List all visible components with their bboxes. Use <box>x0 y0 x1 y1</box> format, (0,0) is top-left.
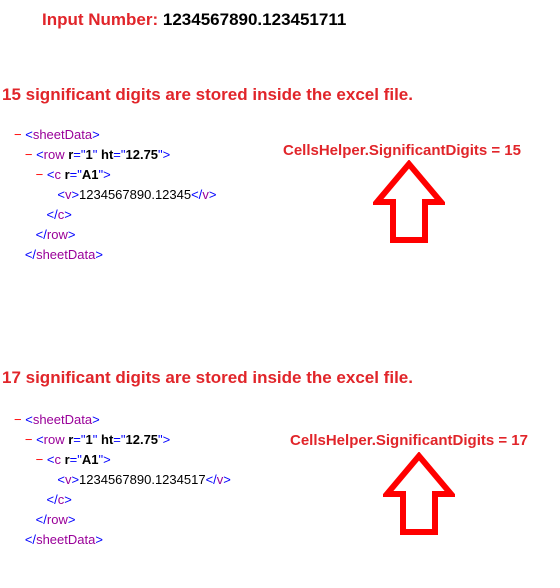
xml-line: − <sheetData> <box>14 125 216 145</box>
xml-line: − <sheetData> <box>14 410 231 430</box>
xml-line: − <c r="A1"> <box>14 165 216 185</box>
section-heading-17: 17 significant digits are stored inside … <box>2 368 413 388</box>
up-arrow-icon-15 <box>373 160 445 246</box>
xml-line: <v>1234567890.1234517</v> <box>14 470 231 490</box>
xml-line: </row> <box>14 510 231 530</box>
xml-line: <v>1234567890.12345</v> <box>14 185 216 205</box>
xml-block-17: − <sheetData> − <row r="1" ht="12.75"> −… <box>14 410 231 550</box>
input-number-value: 1234567890.123451711 <box>163 10 346 29</box>
annotation-17: CellsHelper.SignificantDigits = 17 <box>290 432 528 449</box>
xml-line: − <row r="1" ht="12.75"> <box>14 145 216 165</box>
section-heading-15: 15 significant digits are stored inside … <box>2 85 413 105</box>
xml-line: </sheetData> <box>14 245 216 265</box>
xml-line: </row> <box>14 225 216 245</box>
xml-line: </c> <box>14 205 216 225</box>
annotation-15: CellsHelper.SignificantDigits = 15 <box>283 142 521 159</box>
xml-line: − <c r="A1"> <box>14 450 231 470</box>
input-number-line: Input Number: 1234567890.123451711 <box>42 10 346 30</box>
xml-line: </sheetData> <box>14 530 231 550</box>
up-arrow-icon-17 <box>383 452 455 538</box>
xml-line: − <row r="1" ht="12.75"> <box>14 430 231 450</box>
xml-line: </c> <box>14 490 231 510</box>
input-number-label: Input Number: <box>42 10 163 29</box>
xml-block-15: − <sheetData> − <row r="1" ht="12.75"> −… <box>14 125 216 265</box>
